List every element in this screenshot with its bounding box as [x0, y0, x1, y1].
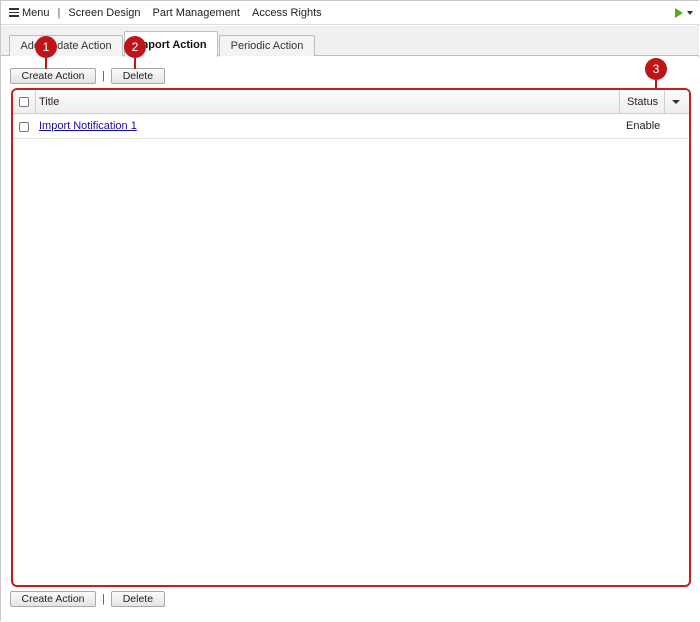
action-list-grid: Title Status Import Notification 1 Enabl… [11, 88, 691, 587]
column-header-status[interactable]: Status [627, 96, 658, 108]
tab-content-panel: Create Action | Delete Title Status Impo… [1, 57, 699, 622]
hamburger-menu-icon[interactable] [9, 8, 19, 17]
toolbar-separator: | [102, 70, 105, 82]
top-nav-bar: Menu | Screen Design Part Management Acc… [1, 1, 699, 25]
bottom-toolbar: Create Action | Delete [10, 591, 165, 607]
row-checkbox[interactable] [19, 122, 29, 132]
tab-add-update-action[interactable]: Add/Update Action [9, 35, 123, 56]
column-divider [619, 90, 620, 114]
callout-stem-1 [45, 57, 47, 69]
column-header-title[interactable]: Title [39, 96, 59, 108]
row-status: Enable [626, 120, 661, 132]
create-action-button[interactable]: Create Action [10, 68, 96, 84]
tab-bar: Add/Update Action Import Action Periodic… [1, 26, 699, 57]
grid-header: Title Status [13, 90, 689, 114]
toolbar-separator: | [102, 593, 105, 605]
row-title-link[interactable]: Import Notification 1 [39, 120, 137, 132]
table-row[interactable]: Import Notification 1 Enable [13, 115, 689, 139]
select-all-checkbox[interactable] [19, 97, 29, 107]
nav-part-management[interactable]: Part Management [153, 7, 240, 19]
top-toolbar: Create Action | Delete [10, 68, 165, 84]
nav-separator: | [57, 6, 61, 19]
column-menu-caret-icon[interactable] [672, 100, 680, 104]
callout-badge-1: 1 [35, 36, 57, 58]
callout-badge-3: 3 [645, 58, 667, 80]
app-window: Menu | Screen Design Part Management Acc… [0, 0, 699, 622]
callout-badge-2: 2 [124, 36, 146, 58]
delete-button[interactable]: Delete [110, 591, 165, 607]
play-icon[interactable] [675, 8, 683, 18]
menu-link[interactable]: Menu [22, 7, 50, 19]
callout-stem-3 [655, 79, 657, 89]
delete-button[interactable]: Delete [110, 68, 165, 84]
create-action-button[interactable]: Create Action [10, 591, 96, 607]
column-divider [35, 90, 36, 114]
tab-periodic-action[interactable]: Periodic Action [219, 35, 315, 56]
column-divider [664, 90, 665, 114]
caret-down-icon[interactable] [687, 11, 693, 15]
callout-stem-2 [134, 57, 136, 69]
nav-screen-design[interactable]: Screen Design [68, 7, 140, 19]
nav-access-rights[interactable]: Access Rights [252, 7, 322, 19]
